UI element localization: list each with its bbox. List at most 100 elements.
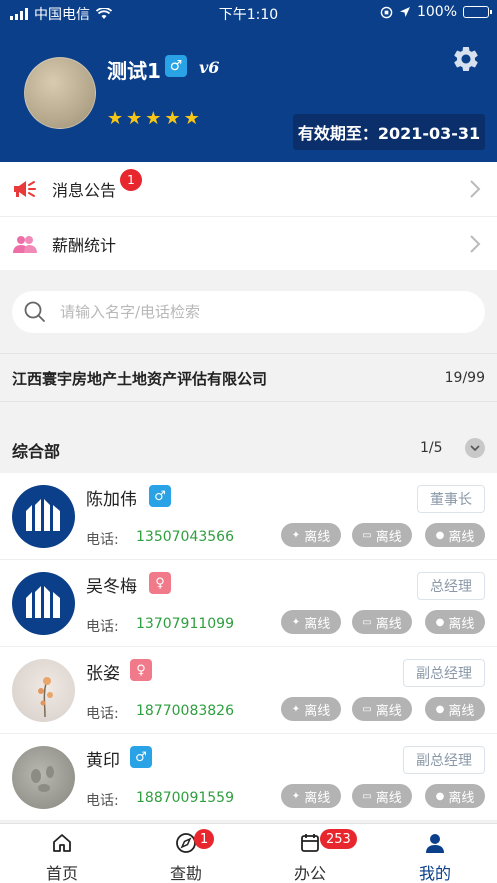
- tab-label: 办公: [293, 864, 326, 883]
- tab-label: 首页: [45, 864, 78, 883]
- pc-status-badge: ▭ 离线: [352, 523, 412, 547]
- bottom-tab-bar: 首页 1 查勘 253 办公 我的: [0, 823, 497, 883]
- apple-icon: ●: [435, 616, 445, 628]
- phone-label: 电话:: [86, 532, 119, 548]
- monitor-icon: ▭: [362, 616, 372, 628]
- employee-title: 副总经理: [403, 746, 485, 774]
- employee-phone[interactable]: 13507043566: [136, 529, 234, 545]
- profile-avatar[interactable]: [24, 57, 96, 129]
- star-icon: ★: [164, 108, 181, 129]
- company-logo-avatar: [12, 572, 75, 635]
- star-icon: ★: [126, 108, 143, 129]
- male-icon: ♂: [149, 485, 171, 507]
- employee-name: 陈加伟: [86, 490, 137, 510]
- calendar-icon: [301, 834, 319, 852]
- employee-name: 张姿: [86, 664, 120, 684]
- employee-title: 副总经理: [403, 659, 485, 687]
- search-input[interactable]: [60, 291, 470, 333]
- battery-icon: [463, 6, 492, 18]
- apple-icon: ●: [435, 703, 445, 715]
- ios-status-badge: ● 离线: [425, 784, 485, 808]
- chevron-right-icon: [470, 180, 481, 198]
- tab-survey[interactable]: 1 查勘: [124, 824, 248, 883]
- pc-status-badge: ▭ 离线: [352, 784, 412, 808]
- employee-row[interactable]: 陈加伟 ♂ 董事长 电话: 13507043566 ✦ 离线 ▭ 离线 ● 离线: [0, 473, 497, 560]
- star-icon: ★: [107, 108, 124, 129]
- notification-badge: 1: [194, 829, 215, 849]
- department-page: 1/5: [420, 440, 443, 456]
- tab-label: 查勘: [169, 864, 202, 883]
- employee-phone[interactable]: 13707911099: [136, 616, 234, 632]
- ios-status-badge: ● 离线: [425, 697, 485, 721]
- location-icon: [399, 7, 410, 17]
- rating-stars: ★ ★ ★ ★ ★: [107, 109, 200, 129]
- android-status-badge: ✦ 离线: [281, 523, 341, 547]
- orientation-lock-icon: [380, 6, 393, 18]
- tab-home[interactable]: 首页: [0, 824, 124, 883]
- people-icon: [13, 236, 37, 253]
- home-icon: [53, 834, 71, 852]
- android-icon: ✦: [291, 529, 301, 541]
- flower-avatar: [12, 659, 75, 722]
- android-status-badge: ✦ 离线: [281, 697, 341, 721]
- employee-row[interactable]: 吴冬梅 ♀ 总经理 电话: 13707911099 ✦ 离线 ▭ 离线 ● 离线: [0, 560, 497, 647]
- company-count: 19/99: [444, 370, 485, 386]
- tab-office[interactable]: 253 办公: [248, 824, 372, 883]
- status-bar: 中国电信 下午1:10 100%: [0, 0, 497, 26]
- android-icon: ✦: [291, 790, 301, 802]
- android-icon: ✦: [291, 616, 301, 628]
- battery-percent: 100%: [416, 4, 457, 20]
- profile-header: 中国电信 下午1:10 100% 测试1 ♂ v6 ★ ★ ★ ★ ★ 有效期至…: [0, 0, 497, 162]
- apple-icon: ●: [435, 790, 445, 802]
- search-bar: [12, 291, 485, 333]
- pc-status-badge: ▭ 离线: [352, 610, 412, 634]
- gear-icon[interactable]: [451, 44, 481, 74]
- apple-icon: ●: [435, 529, 445, 541]
- megaphone-icon: [14, 181, 36, 197]
- profile-name: 测试1: [107, 59, 161, 83]
- ios-status-badge: ● 离线: [425, 610, 485, 634]
- profile-menu: 消息公告 1 薪酬统计: [0, 162, 497, 270]
- company-name: 江西寰宇房地产土地资产评估有限公司: [12, 370, 268, 388]
- employee-name: 吴冬梅: [86, 577, 137, 597]
- ios-status-badge: ● 离线: [425, 523, 485, 547]
- male-icon: ♂: [130, 746, 152, 768]
- tab-label: 我的: [418, 864, 451, 883]
- employee-title: 董事长: [417, 485, 485, 513]
- employee-phone[interactable]: 18870091559: [136, 790, 234, 806]
- star-icon: ★: [183, 108, 200, 129]
- employee-phone[interactable]: 18770083826: [136, 703, 234, 719]
- employee-name: 黄印: [86, 751, 120, 771]
- menu-item-label: 消息公告: [52, 181, 117, 200]
- employee-list: 陈加伟 ♂ 董事长 电话: 13507043566 ✦ 离线 ▭ 离线 ● 离线 吴冬…: [0, 473, 497, 821]
- notification-badge: 253: [320, 829, 357, 849]
- search-icon: [24, 301, 45, 322]
- chevron-down-icon[interactable]: [465, 438, 485, 458]
- star-icon: ★: [145, 108, 162, 129]
- chevron-right-icon: [470, 235, 481, 253]
- android-status-badge: ✦ 离线: [281, 784, 341, 808]
- menu-item-label: 薪酬统计: [52, 235, 117, 255]
- tab-mine[interactable]: 我的: [373, 824, 497, 883]
- employee-title: 总经理: [417, 572, 485, 600]
- notification-badge: 1: [120, 169, 142, 191]
- female-icon: ♀: [149, 572, 171, 594]
- pc-status-badge: ▭ 离线: [352, 697, 412, 721]
- expiry-date: 有效期至：2021-03-31: [293, 114, 485, 150]
- menu-item-announcements[interactable]: 消息公告 1: [0, 162, 497, 216]
- monitor-icon: ▭: [362, 790, 372, 802]
- company-logo-avatar: [12, 485, 75, 548]
- menu-item-salary[interactable]: 薪酬统计: [0, 216, 497, 270]
- vip-level-badge: v6: [199, 58, 220, 77]
- company-row[interactable]: 江西寰宇房地产土地资产评估有限公司 19/99: [0, 353, 497, 402]
- monitor-icon: ▭: [362, 703, 372, 715]
- female-icon: ♀: [130, 659, 152, 681]
- employee-row[interactable]: 张姿 ♀ 副总经理 电话: 18770083826 ✦ 离线 ▭ 离线 ● 离线: [0, 647, 497, 734]
- sand-avatar: [12, 746, 75, 809]
- department-header[interactable]: 综合部 1/5: [0, 424, 497, 472]
- monitor-icon: ▭: [362, 529, 372, 541]
- phone-label: 电话:: [86, 793, 119, 809]
- phone-label: 电话:: [86, 706, 119, 722]
- department-name: 综合部: [12, 442, 61, 461]
- employee-row[interactable]: 黄印 ♂ 副总经理 电话: 18870091559 ✦ 离线 ▭ 离线 ● 离线: [0, 734, 497, 821]
